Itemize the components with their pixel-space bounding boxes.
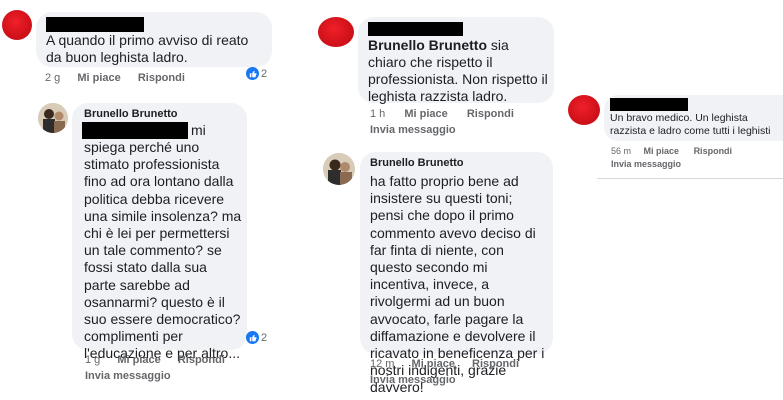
avatar[interactable] bbox=[318, 17, 354, 47]
user-avatar-icon bbox=[38, 103, 68, 133]
timestamp[interactable]: 56 m bbox=[611, 146, 631, 156]
comment-author[interactable]: Brunello Brunetto bbox=[370, 157, 464, 169]
comment-text-fragment: mi bbox=[191, 122, 206, 138]
timestamp[interactable]: 2 g bbox=[45, 72, 60, 84]
avatar[interactable] bbox=[323, 153, 355, 185]
comment-actions: 1 h Mi piace Rispondi bbox=[370, 108, 514, 120]
reaction-count[interactable]: 2 bbox=[246, 331, 267, 344]
send-message-link[interactable]: Invia messaggio bbox=[85, 370, 171, 382]
comment-actions: 12 m Mi piace Rispondi bbox=[370, 358, 519, 370]
reply-button[interactable]: Rispondi bbox=[472, 358, 519, 370]
comment-author[interactable]: Brunello Brunetto bbox=[368, 37, 487, 53]
redacted-author-name bbox=[610, 98, 688, 111]
reply-button[interactable]: Rispondi bbox=[694, 146, 733, 156]
avatar[interactable] bbox=[2, 10, 32, 40]
comment-actions: 56 m Mi piace Rispondi bbox=[611, 146, 732, 156]
timestamp[interactable]: 12 m bbox=[370, 358, 394, 370]
comment-bubble: Un bravo medico. Un leghista razzista e … bbox=[604, 95, 783, 141]
avatar[interactable] bbox=[38, 103, 68, 133]
like-button[interactable]: Mi piace bbox=[77, 72, 120, 84]
timestamp[interactable]: 1 h bbox=[370, 108, 385, 120]
comment-text: spiega perché uno stimato professionista… bbox=[84, 139, 242, 362]
comment-text: A quando il primo avviso di reato da buo… bbox=[46, 32, 249, 65]
send-message-link[interactable]: Invia messaggio bbox=[611, 159, 681, 169]
like-button[interactable]: Mi piace bbox=[117, 354, 160, 366]
reply-button[interactable]: Rispondi bbox=[178, 354, 225, 366]
reaction-count[interactable]: 2 bbox=[246, 67, 267, 80]
comment-author[interactable]: Brunello Brunetto bbox=[84, 108, 178, 120]
send-message-link[interactable]: Invia messaggio bbox=[370, 124, 456, 136]
like-button[interactable]: Mi piace bbox=[404, 108, 447, 120]
timestamp[interactable]: 1 g bbox=[85, 354, 100, 366]
comment-bubble: Brunello Brunetto sia chiaro che rispett… bbox=[358, 17, 554, 105]
thumbs-up-icon bbox=[246, 67, 259, 80]
comment-body: Brunello Brunetto sia chiaro che rispett… bbox=[368, 37, 548, 105]
reply-button[interactable]: Rispondi bbox=[467, 108, 514, 120]
redacted-author-name bbox=[46, 17, 144, 32]
comment-bubble: Brunello Brunetto ha fatto proprio bene … bbox=[360, 152, 553, 395]
comment-bubble: Brunello Brunetto mi spiega perché uno s… bbox=[72, 103, 247, 361]
panel-divider bbox=[597, 178, 783, 179]
reaction-number: 2 bbox=[261, 331, 268, 344]
comment-actions: 2 g Mi piace Rispondi bbox=[45, 72, 185, 84]
user-avatar-icon bbox=[323, 153, 355, 185]
comment-actions: 1 g Mi piace Rispondi bbox=[85, 354, 225, 366]
reply-button[interactable]: Rispondi bbox=[138, 72, 185, 84]
like-button[interactable]: Mi piace bbox=[644, 146, 680, 156]
like-button[interactable]: Mi piace bbox=[412, 358, 455, 370]
reaction-number: 2 bbox=[261, 67, 268, 80]
redacted-author-name bbox=[368, 22, 463, 36]
send-message-link[interactable]: Invia messaggio bbox=[370, 374, 456, 386]
redacted-mention bbox=[82, 122, 188, 139]
thumbs-up-icon bbox=[246, 331, 259, 344]
avatar[interactable] bbox=[568, 95, 600, 125]
comment-bubble: A quando il primo avviso di reato da buo… bbox=[36, 12, 272, 67]
comment-text: Un bravo medico. Un leghista razzista e … bbox=[610, 112, 771, 137]
